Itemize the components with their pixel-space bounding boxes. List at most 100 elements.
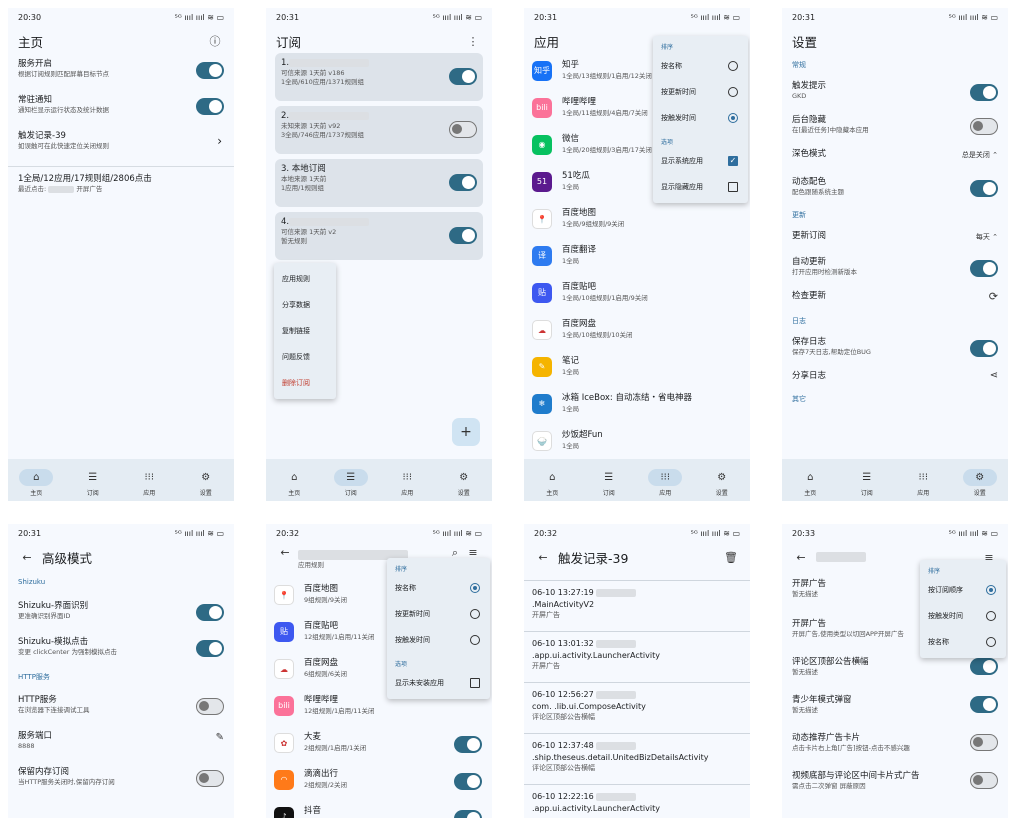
- menu-copy-link[interactable]: 复制链接: [274, 318, 336, 344]
- nav-apps[interactable]: ⁝⁝⁝ 应用: [895, 459, 952, 501]
- app-row[interactable]: 🍚 炒饭超Fun 1全局: [524, 424, 750, 457]
- show-system-apps[interactable]: 显示系统应用 ✓: [653, 148, 748, 174]
- back-arrow-icon[interactable]: ←: [18, 551, 36, 564]
- app-row[interactable]: ✿ 大麦 2组规则/1启用/1关闭: [266, 726, 492, 763]
- shizuku-ui-row[interactable]: Shizuku-界面识别 更准确识别界面ID: [8, 600, 234, 636]
- trigger-tip-toggle[interactable]: [970, 84, 998, 101]
- update-sub-value[interactable]: 每天 ⌃: [976, 232, 998, 242]
- sub-toggle[interactable]: [449, 174, 477, 191]
- sort-by-name[interactable]: 按名称: [920, 629, 1006, 655]
- app-toggle[interactable]: [454, 773, 482, 790]
- log-item[interactable]: 06-10 13:01:32 .app.ui.activity.Launcher…: [524, 632, 750, 683]
- group-row[interactable]: 视频底部与评论区中间卡片式广告 需点击二次弹窗 屏蔽原因: [782, 770, 1008, 808]
- app-row[interactable]: 📍 百度地图 1全局/9组规则/9关闭: [524, 202, 750, 239]
- nav-sub[interactable]: ☰ 订阅: [839, 459, 896, 501]
- bg-hide-toggle[interactable]: [970, 118, 998, 135]
- menu-app-rules[interactable]: 应用规则: [274, 266, 336, 292]
- nav-apps[interactable]: ⁝⁝⁝ 应用: [637, 459, 694, 501]
- trigger-log-row[interactable]: 触发记录-39 如误触可在此快速定位关闭规则 ›: [8, 130, 234, 166]
- nav-settings[interactable]: ⚙ 设置: [952, 459, 1009, 501]
- add-button[interactable]: +: [452, 418, 480, 446]
- more-vert-icon[interactable]: ⋮: [464, 35, 482, 48]
- app-row[interactable]: ❄ 冰箱 IceBox: 自动冻结・省电神器 1全局: [524, 387, 750, 424]
- menu-share-data[interactable]: 分享数据: [274, 292, 336, 318]
- sub-toggle[interactable]: [449, 227, 477, 244]
- update-sub-row[interactable]: 更新订阅 每天 ⌃: [782, 230, 1008, 256]
- sub-card-4[interactable]: 4. 可信来源 1天前 v2 暂无规则: [275, 212, 483, 260]
- menu-delete[interactable]: 删除订阅: [274, 370, 336, 396]
- shizuku-click-row[interactable]: Shizuku-模拟点击 变更 clickCenter 为强制模拟点击: [8, 636, 234, 672]
- notify-row[interactable]: 常驻通知 通知栏显示运行状态及统计数据: [8, 94, 234, 130]
- sort-by-name[interactable]: 按名称: [387, 575, 490, 601]
- app-row[interactable]: 贴百度贴吧 1全局/10组规则/1启用/9关闭: [524, 276, 750, 313]
- http-row[interactable]: HTTP服务 在浏览器下连接调试工具: [8, 694, 234, 730]
- show-hidden-apps[interactable]: 显示隐藏应用: [653, 174, 748, 200]
- dynamic-color-row[interactable]: 动态配色 配色跟随系统主题: [782, 176, 1008, 210]
- app-row[interactable]: 译百度翻译 1全局: [524, 239, 750, 276]
- sub-card-2[interactable]: 2. 未知来源 1天前 v92 3全局/746应用/1737规则组: [275, 106, 483, 154]
- sort-by-name[interactable]: 按名称: [653, 53, 748, 79]
- port-row[interactable]: 服务端口 8888 ✎: [8, 730, 234, 766]
- app-row[interactable]: ✎ 笔记 1全局: [524, 350, 750, 387]
- nav-settings[interactable]: ⚙ 设置: [436, 459, 493, 501]
- keep-sub-row[interactable]: 保留内存订阅 当HTTP服务关闭时,保留内存订阅: [8, 766, 234, 802]
- save-log-toggle[interactable]: [970, 340, 998, 357]
- app-row[interactable]: ◠ 滴滴出行 2组规则/2关闭: [266, 763, 492, 800]
- group-row[interactable]: 评论区顶部公告横幅 暂无描述: [782, 656, 1008, 694]
- app-toggle[interactable]: [454, 810, 482, 818]
- log-item[interactable]: 06-10 12:22:16 .app.ui.activity.Launcher…: [524, 785, 750, 818]
- sub-toggle[interactable]: [449, 68, 477, 85]
- http-toggle[interactable]: [196, 698, 224, 715]
- nav-home[interactable]: ⌂ 主页: [782, 459, 839, 501]
- group-row[interactable]: 动态推荐广告卡片 点击卡片右上角[广告]按钮-点击不感兴趣: [782, 732, 1008, 770]
- group-toggle[interactable]: [970, 734, 998, 751]
- group-row[interactable]: 青少年模式弹窗 暂无描述: [782, 694, 1008, 732]
- nav-home[interactable]: ⌂ 主页: [8, 459, 65, 501]
- sort-by-trigger[interactable]: 按触发时间: [920, 603, 1006, 629]
- log-item[interactable]: 06-10 13:27:19 .MainActivityV2 开屏广告: [524, 581, 750, 632]
- menu-feedback[interactable]: 问题反馈: [274, 344, 336, 370]
- notify-toggle[interactable]: [196, 98, 224, 115]
- sort-by-trigger[interactable]: 按触发时间: [653, 105, 748, 131]
- sort-by-sub-order[interactable]: 按订阅顺序: [920, 577, 1006, 603]
- sub-card-1[interactable]: 1. 可信来源 1天前 v186 1全局/610应用/1371规则组: [275, 53, 483, 101]
- check-update-row[interactable]: 检查更新 ⟳: [782, 290, 1008, 316]
- share-log-row[interactable]: 分享日志 ⋖: [782, 370, 1008, 394]
- service-toggle[interactable]: [196, 62, 224, 79]
- nav-sub[interactable]: ☰ 订阅: [65, 459, 122, 501]
- sub-toggle[interactable]: [449, 121, 477, 138]
- shizuku-click-toggle[interactable]: [196, 640, 224, 657]
- help-icon[interactable]: ⓘ: [206, 33, 224, 49]
- nav-apps[interactable]: ⁝⁝⁝ 应用: [379, 459, 436, 501]
- dark-mode-value[interactable]: 总是关闭 ⌃: [962, 150, 998, 160]
- group-toggle[interactable]: [970, 696, 998, 713]
- keep-sub-toggle[interactable]: [196, 770, 224, 787]
- sort-by-update[interactable]: 按更新时间: [653, 79, 748, 105]
- nav-settings[interactable]: ⚙ 设置: [178, 459, 235, 501]
- refresh-icon[interactable]: ⟳: [989, 290, 998, 303]
- show-uninstalled[interactable]: 显示未安装应用: [387, 670, 490, 696]
- shizuku-ui-toggle[interactable]: [196, 604, 224, 621]
- log-item[interactable]: 06-10 12:56:27 com. .lib.ui.ComposeActiv…: [524, 683, 750, 734]
- group-toggle[interactable]: [970, 658, 998, 675]
- nav-apps[interactable]: ⁝⁝⁝ 应用: [121, 459, 178, 501]
- sort-by-update[interactable]: 按更新时间: [387, 601, 490, 627]
- app-row[interactable]: ☁ 百度网盘 1全局/10组规则/10关闭: [524, 313, 750, 350]
- dynamic-color-toggle[interactable]: [970, 180, 998, 197]
- back-arrow-icon[interactable]: ←: [534, 551, 552, 564]
- edit-icon[interactable]: ✎: [216, 732, 224, 743]
- app-toggle[interactable]: [454, 736, 482, 753]
- nav-home[interactable]: ⌂ 主页: [524, 459, 581, 501]
- nav-sub[interactable]: ☰ 订阅: [581, 459, 638, 501]
- trigger-tip-row[interactable]: 触发提示 GKD: [782, 80, 1008, 114]
- back-arrow-icon[interactable]: ←: [276, 546, 294, 559]
- nav-settings[interactable]: ⚙ 设置: [694, 459, 751, 501]
- sub-card-3[interactable]: 3. 本地订阅 本地来源 1天前 1应用/1规则组: [275, 159, 483, 207]
- service-row[interactable]: 服务开启 根据订阅规则匹配屏幕目标节点: [8, 58, 234, 94]
- group-toggle[interactable]: [970, 772, 998, 789]
- auto-update-row[interactable]: 自动更新 打开应用时检测新版本: [782, 256, 1008, 290]
- share-icon[interactable]: ⋖: [990, 370, 998, 381]
- log-item[interactable]: 06-10 12:37:48 .ship.theseus.detail.Unit…: [524, 734, 750, 785]
- nav-sub[interactable]: ☰ 订阅: [323, 459, 380, 501]
- dark-mode-row[interactable]: 深色模式 总是关闭 ⌃: [782, 148, 1008, 176]
